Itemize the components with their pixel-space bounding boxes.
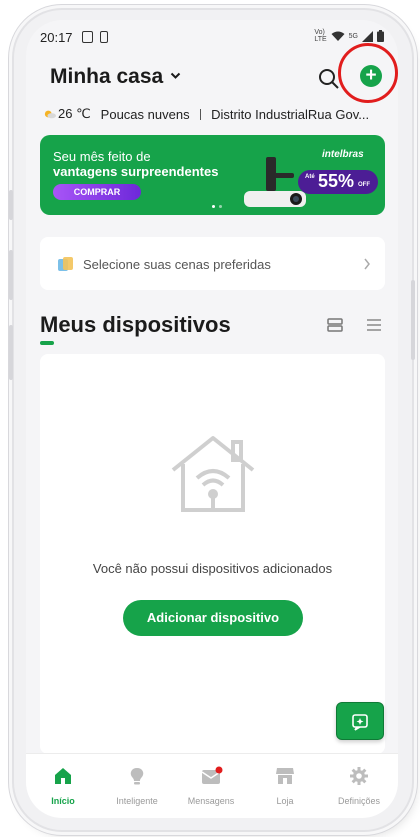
devices-title-underline xyxy=(40,341,54,345)
phone-power-button xyxy=(411,280,415,360)
highlight-circle xyxy=(338,43,398,103)
banner-buy-button[interactable]: COMPRAR xyxy=(53,184,141,200)
nav-item-mensagens[interactable]: Mensagens xyxy=(174,754,248,818)
phone-side-button xyxy=(9,190,13,220)
card-view-icon[interactable] xyxy=(327,318,343,332)
pagination-dot xyxy=(219,205,222,208)
network-indicator: Vo) LTE xyxy=(314,29,327,43)
status-time: 20:17 xyxy=(40,30,73,45)
scenes-selector[interactable]: Selecione suas cenas preferidas xyxy=(40,237,385,290)
weather-condition: Poucas nuvens xyxy=(100,106,190,122)
empty-home-wifi-icon xyxy=(171,436,255,512)
phone-side-button xyxy=(9,325,13,380)
phone-side-button xyxy=(9,250,13,300)
weather-divider xyxy=(199,108,202,120)
devices-title: Meus dispositivos xyxy=(40,312,231,337)
discount-badge: Até 55% OFF xyxy=(298,170,378,194)
banner-pagination xyxy=(212,205,222,208)
ai-chat-icon xyxy=(352,714,368,731)
add-device-button[interactable]: Adicionar dispositivo xyxy=(123,600,303,636)
ai-assistant-button[interactable] xyxy=(336,702,384,740)
nav-item-loja[interactable]: Loja xyxy=(248,754,322,818)
wifi-icon xyxy=(331,31,345,41)
app-screen: 20:17 Vo) LTE 5G Minha casa + 26 ℃ Pouca… xyxy=(26,20,398,818)
search-icon[interactable] xyxy=(318,68,340,90)
nav-item-definicoes[interactable]: Definições xyxy=(322,754,396,818)
battery-icon xyxy=(377,30,384,42)
store-icon xyxy=(276,768,294,784)
signal-icon xyxy=(362,30,373,42)
devices-empty-card: Você não possui dispositivos adicionados… xyxy=(40,354,385,754)
weather-location: Distrito IndustrialRua Gov... xyxy=(211,106,370,122)
nav-item-inicio[interactable]: Início xyxy=(26,754,100,818)
bottom-navigation: Início Inteligente Mensagens Loja Defini… xyxy=(26,753,398,818)
banner-line-1: Seu mês feito de xyxy=(53,149,151,164)
list-view-icon[interactable] xyxy=(367,318,381,332)
message-icon xyxy=(201,766,223,784)
scenes-icon xyxy=(58,257,73,271)
home-selector[interactable]: Minha casa xyxy=(50,65,163,89)
scenes-label: Selecione suas cenas preferidas xyxy=(83,257,271,272)
nav-item-inteligente[interactable]: Inteligente xyxy=(100,754,174,818)
weather-bar: 26 ℃ Poucas nuvens Distrito IndustrialRu… xyxy=(44,105,384,123)
empty-devices-message: Você não possui dispositivos adicionados xyxy=(92,561,333,576)
gear-icon xyxy=(350,767,368,785)
pagination-dot xyxy=(212,205,215,208)
signal-type: 5G xyxy=(348,32,358,40)
chevron-right-icon xyxy=(364,258,370,270)
banner-line-2: vantagens surpreendentes xyxy=(53,164,219,179)
weather-temperature: 26 ℃ xyxy=(58,106,91,121)
partly-cloudy-icon xyxy=(44,110,56,119)
sim-notification-icon xyxy=(100,31,108,43)
promo-banner[interactable]: Seu mês feito de vantagens surpreendente… xyxy=(40,135,385,215)
home-icon xyxy=(55,768,71,784)
lightbulb-icon xyxy=(130,768,144,785)
status-indicators: Vo) LTE 5G xyxy=(314,29,384,43)
brand-logo: intelbras xyxy=(322,149,364,160)
gallery-notification-icon xyxy=(82,31,93,43)
status-bar: 20:17 Vo) LTE 5G xyxy=(26,20,398,54)
chevron-down-icon[interactable] xyxy=(170,72,181,80)
